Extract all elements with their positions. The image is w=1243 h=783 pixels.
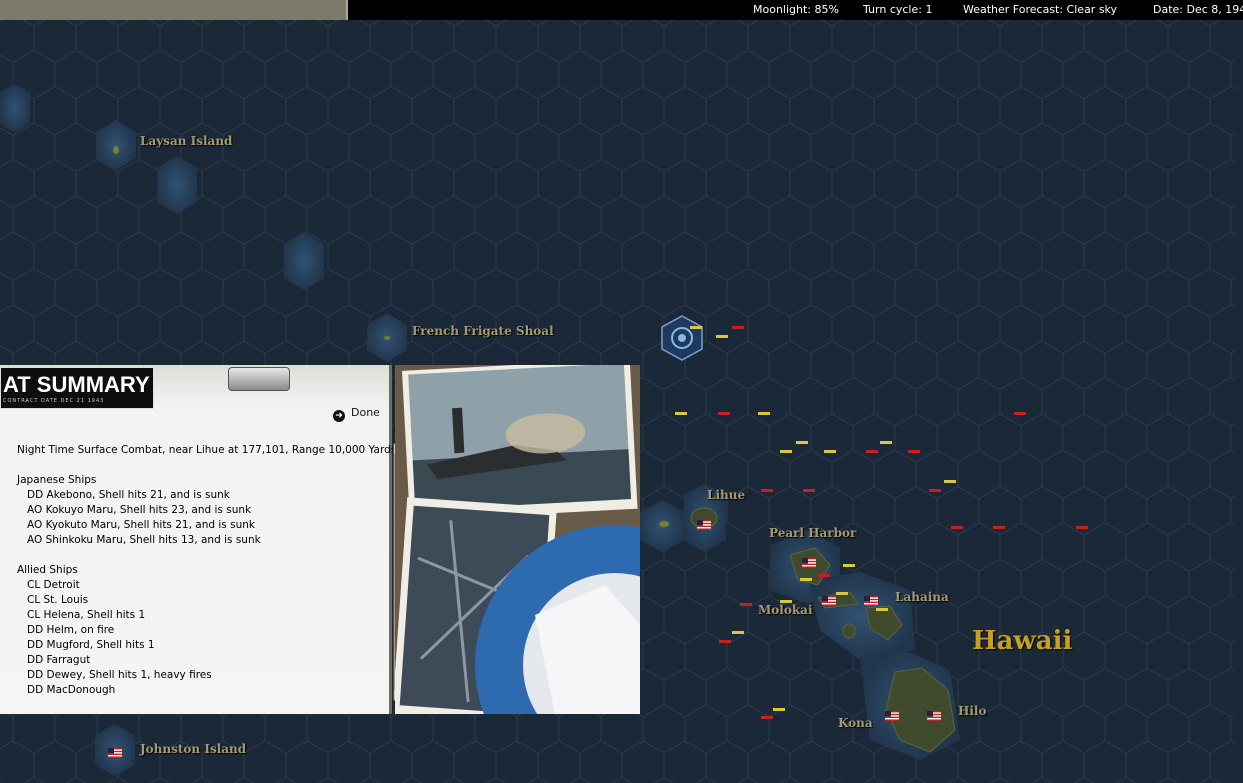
map-label-kona[interactable]: Kona [838, 716, 873, 730]
allied-ships-header: Allied Ships [17, 564, 78, 576]
japanese-ships-header: Japanese Ships [17, 474, 97, 486]
ship-entry: DD Helm, on fire [27, 624, 115, 636]
map-label-molokai[interactable]: Molokai [758, 603, 813, 617]
ship-entry: DD Akebono, Shell hits 21, and is sunk [27, 489, 230, 501]
us-flag-icon[interactable] [697, 520, 711, 530]
ship-entry: DD Dewey, Shell hits 1, heavy fires [27, 669, 212, 681]
map-label-johnston[interactable]: Johnston Island [140, 742, 246, 756]
combat-summary-panel: AT SUMMARY CONTRACT DATE DEC 21 1943 ➜ Do… [0, 365, 640, 714]
ship-entry: AO Kokuyo Maru, Shell hits 23, and is su… [27, 504, 252, 516]
arrow-right-icon: ➜ [333, 410, 345, 422]
weather-readout: Weather Forecast: Clear sky [963, 3, 1118, 16]
done-label: Done [351, 406, 380, 419]
map-label-hilo[interactable]: Hilo [958, 704, 986, 718]
status-bar: Moonlight: 85% Turn cycle: 1 Weather For… [0, 0, 1243, 20]
moonlight-readout: Moonlight: 85% [753, 3, 839, 16]
map-label-pearl-harbor[interactable]: Pearl Harbor [769, 526, 856, 540]
combat-headline: Night Time Surface Combat, near Lihue at… [17, 444, 397, 456]
us-flag-icon[interactable] [802, 558, 816, 568]
title-text: AT SUMMARY [3, 372, 150, 397]
ship-entry: DD Farragut [27, 654, 91, 666]
ship-entry: DD Mugford, Shell hits 1 [27, 639, 155, 651]
ship-entry: AO Kyokuto Maru, Shell hits 21, and is s… [27, 519, 255, 531]
map-label-hawaii: Hawaii [972, 626, 1073, 656]
clipboard-clip [228, 367, 290, 391]
map-label-lihue[interactable]: Lihue [707, 488, 745, 502]
ship-entry: AO Shinkoku Maru, Shell hits 13, and is … [27, 534, 261, 546]
ship-entry: CL St. Louis [27, 594, 89, 606]
us-flag-icon[interactable] [927, 711, 941, 721]
report-clipboard: AT SUMMARY CONTRACT DATE DEC 21 1943 ➜ Do… [0, 365, 397, 714]
us-flag-icon[interactable] [885, 711, 899, 721]
task-force-marker-icon[interactable] [660, 314, 704, 362]
map-label-french-frigate[interactable]: French Frigate Shoal [412, 324, 554, 338]
map-label-lahaina[interactable]: Lahaina [895, 590, 949, 604]
ship-entry: DD MacDonough [27, 684, 116, 696]
combat-report-text: Night Time Surface Combat, near Lihue at… [17, 443, 397, 698]
us-flag-icon[interactable] [822, 596, 836, 606]
turn-cycle-readout: Turn cycle: 1 [863, 3, 933, 16]
ship-entry: CL Helena, Shell hits 1 [27, 609, 146, 621]
done-button[interactable]: ➜ Done [333, 406, 380, 422]
title-subtext: CONTRACT DATE DEC 21 1943 [3, 398, 105, 404]
date-readout: Date: Dec 8, 1941 [1153, 3, 1243, 16]
battleship-photo-collage [395, 365, 640, 714]
us-flag-icon[interactable] [108, 748, 122, 758]
combat-summary-title: AT SUMMARY CONTRACT DATE DEC 21 1943 [0, 367, 154, 409]
us-flag-icon[interactable] [864, 596, 878, 606]
map-label-laysan[interactable]: Laysan Island [140, 134, 232, 148]
ship-entry: CL Detroit [27, 579, 80, 591]
menu-tab[interactable] [0, 0, 348, 20]
